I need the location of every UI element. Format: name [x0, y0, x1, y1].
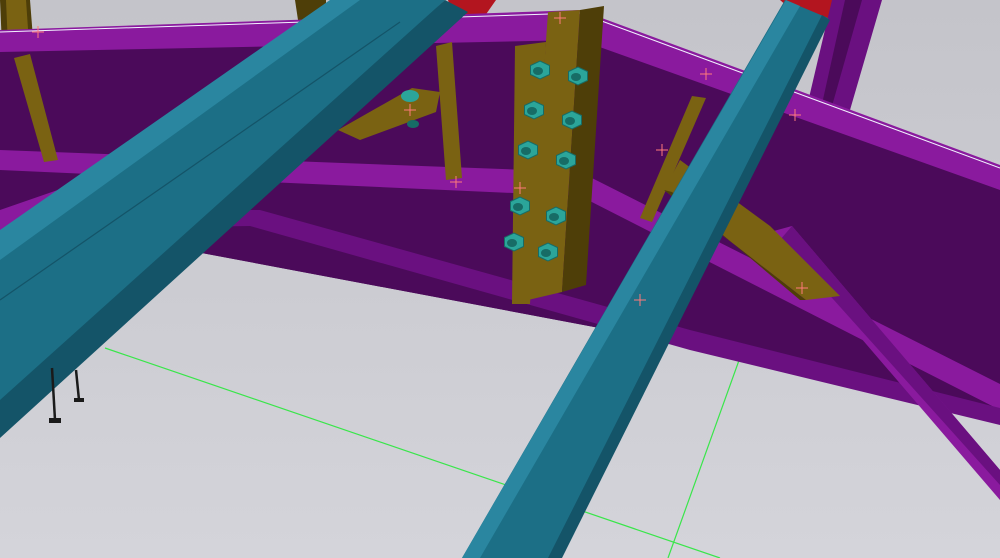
bolt-head[interactable]	[524, 100, 544, 120]
bolt-head[interactable]	[510, 196, 530, 216]
bolt-head[interactable]	[568, 66, 588, 86]
steel-structure-3d-view[interactable]	[0, 0, 1000, 558]
gusset-bolt[interactable]	[401, 90, 419, 102]
bolt-head[interactable]	[504, 232, 524, 252]
bolt-head[interactable]	[546, 206, 566, 226]
bolt-head[interactable]	[530, 60, 550, 80]
gusset-nut	[407, 120, 419, 128]
bolt-head[interactable]	[562, 110, 582, 130]
bolt-head[interactable]	[556, 150, 576, 170]
bolt-head[interactable]	[538, 242, 558, 262]
bolt-head[interactable]	[518, 140, 538, 160]
model-viewport[interactable]	[0, 0, 1000, 558]
